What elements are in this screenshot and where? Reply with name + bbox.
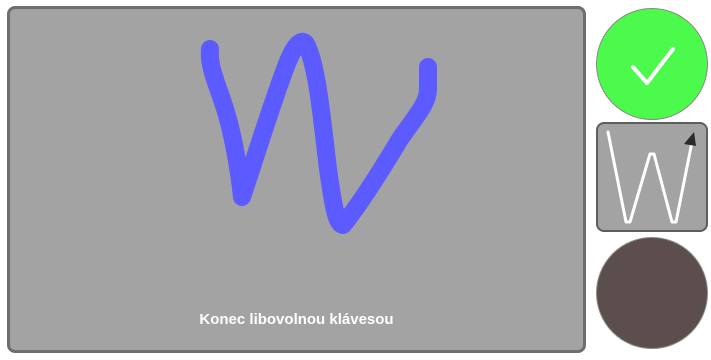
confirm-button[interactable]	[596, 8, 708, 120]
checkmark-icon	[631, 47, 675, 85]
exit-hint-text: Konec libovolnou klávesou	[199, 311, 394, 328]
pen-color-button[interactable]	[596, 237, 708, 349]
letter-template-tile[interactable]	[596, 122, 708, 232]
stroke-direction-arrow-icon	[684, 132, 696, 146]
app-screen: Konec libovolnou klávesou	[0, 0, 711, 360]
drawn-stroke	[200, 32, 437, 234]
drawing-canvas[interactable]: Konec libovolnou klávesou	[7, 6, 586, 353]
handwritten-w-stroke	[200, 32, 437, 234]
letter-w-template-icon	[606, 130, 696, 224]
